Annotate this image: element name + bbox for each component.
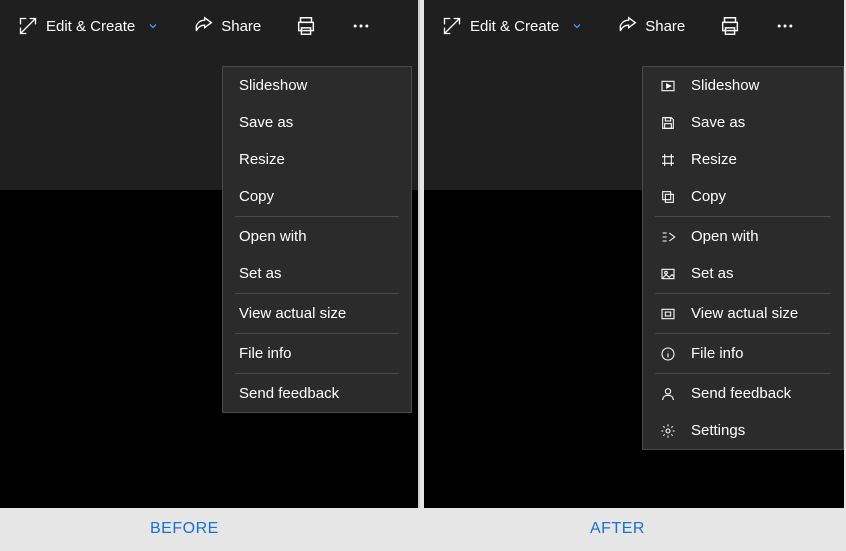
chevron-down-icon [147,20,159,32]
more-button[interactable] [343,10,379,42]
chevron-down-icon [571,20,583,32]
menu-separator [655,293,831,294]
overflow-menu-before: Slideshow Save as Resize Copy Open with … [222,66,412,413]
menu-item-file-info[interactable]: File info [223,335,411,372]
edit-create-icon [18,16,38,36]
menu-item-view-actual[interactable]: View actual size [643,295,843,332]
toolbar: Edit & Create Share [424,0,844,52]
edit-create-button[interactable]: Edit & Create [10,10,167,42]
menu-separator [235,293,399,294]
panel-after: Edit & Create Share [424,0,844,508]
menu-label: Slideshow [239,77,307,94]
menu-label: Save as [239,114,293,131]
edit-create-button[interactable]: Edit & Create [434,10,591,42]
share-icon [617,16,637,36]
edit-create-icon [442,16,462,36]
print-icon [719,15,741,37]
menu-item-settings[interactable]: Settings [643,412,843,449]
info-icon [659,346,677,362]
toolbar: Edit & Create Share [0,0,418,52]
more-icon [775,16,795,36]
menu-item-resize[interactable]: Resize [223,141,411,178]
share-button[interactable]: Share [185,10,269,42]
more-icon [351,16,371,36]
more-button[interactable] [767,10,803,42]
print-button[interactable] [287,9,325,43]
menu-item-file-info[interactable]: File info [643,335,843,372]
menu-item-slideshow[interactable]: Slideshow [643,67,843,104]
menu-label: Settings [691,422,745,439]
menu-label: Resize [691,151,737,168]
panel-before: Edit & Create Share [0,0,420,508]
menu-label: Save as [691,114,745,131]
menu-label: Set as [239,265,282,282]
actual-size-icon [659,306,677,322]
share-label: Share [221,18,261,35]
menu-label: Open with [239,228,307,245]
menu-item-send-feedback[interactable]: Send feedback [223,375,411,412]
menu-item-open-with[interactable]: Open with [223,218,411,255]
menu-item-open-with[interactable]: Open with [643,218,843,255]
menu-item-view-actual[interactable]: View actual size [223,295,411,332]
overflow-menu-after: Slideshow Save as Resize Copy Open with [642,66,844,450]
menu-separator [235,333,399,334]
gear-icon [659,423,677,439]
menu-label: Open with [691,228,759,245]
menu-separator [655,216,831,217]
save-icon [659,115,677,131]
menu-label: View actual size [691,305,798,322]
menu-item-resize[interactable]: Resize [643,141,843,178]
slideshow-icon [659,78,677,94]
menu-item-slideshow[interactable]: Slideshow [223,67,411,104]
share-label: Share [645,18,685,35]
menu-label: Send feedback [691,385,791,402]
feedback-icon [659,386,677,402]
menu-label: Send feedback [239,385,339,402]
menu-label: Copy [691,188,726,205]
share-icon [193,16,213,36]
menu-label: Resize [239,151,285,168]
menu-item-save-as[interactable]: Save as [643,104,843,141]
menu-separator [235,216,399,217]
menu-label: Copy [239,188,274,205]
print-icon [295,15,317,37]
resize-icon [659,152,677,168]
menu-item-save-as[interactable]: Save as [223,104,411,141]
edit-create-label: Edit & Create [46,18,135,35]
menu-label: File info [239,345,292,362]
copy-icon [659,189,677,205]
menu-label: Set as [691,265,734,282]
menu-item-copy[interactable]: Copy [643,178,843,215]
menu-separator [235,373,399,374]
menu-item-set-as[interactable]: Set as [223,255,411,292]
share-button[interactable]: Share [609,10,693,42]
edit-create-label: Edit & Create [470,18,559,35]
menu-item-send-feedback[interactable]: Send feedback [643,375,843,412]
set-as-icon [659,266,677,282]
menu-label: Slideshow [691,77,759,94]
menu-separator [655,333,831,334]
menu-item-set-as[interactable]: Set as [643,255,843,292]
print-button[interactable] [711,9,749,43]
open-with-icon [659,229,677,245]
menu-label: View actual size [239,305,346,322]
menu-label: File info [691,345,744,362]
menu-separator [655,373,831,374]
caption-after: AFTER [590,520,645,538]
menu-item-copy[interactable]: Copy [223,178,411,215]
caption-before: BEFORE [150,520,219,538]
